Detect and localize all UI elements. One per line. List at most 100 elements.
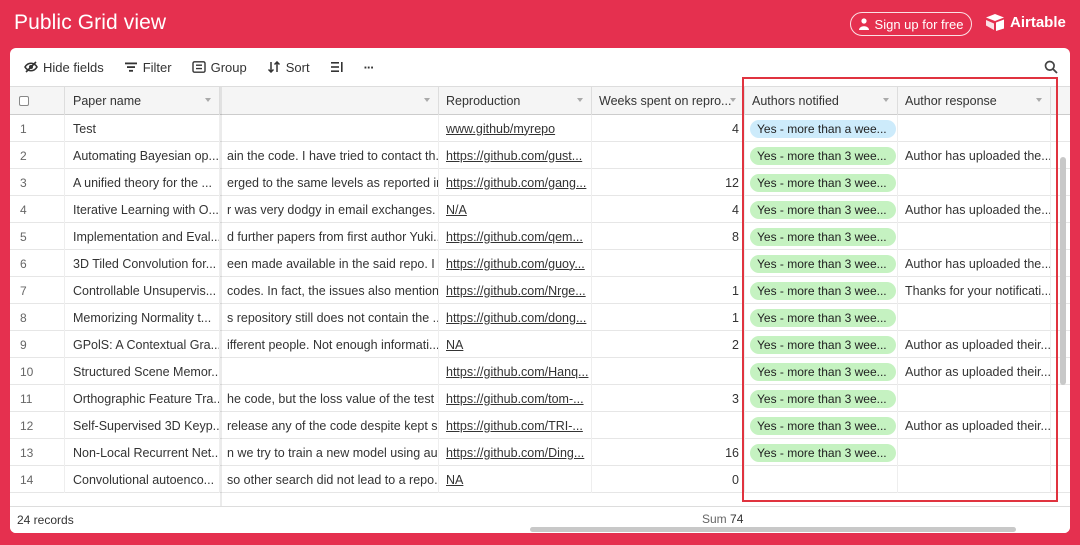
author-response-cell[interactable]: Author as uploaded their... bbox=[898, 358, 1051, 385]
weeks-cell[interactable]: 4 bbox=[592, 196, 745, 223]
reproduction-link[interactable]: www.github/myrepo bbox=[439, 115, 592, 142]
notes-cell[interactable] bbox=[220, 115, 439, 142]
column-header-authors-notified[interactable]: Authors notified bbox=[745, 87, 898, 115]
notes-cell[interactable]: een made available in the said repo. I .… bbox=[220, 250, 439, 277]
reproduction-link[interactable]: https://github.com/gang... bbox=[439, 169, 592, 196]
notes-cell[interactable]: codes. In fact, the issues also mention.… bbox=[220, 277, 439, 304]
reproduction-url[interactable]: NA bbox=[446, 473, 463, 487]
authors-notified-cell[interactable]: Yes - more than a wee... bbox=[745, 115, 898, 142]
author-response-cell[interactable]: Thanks for your notificati... bbox=[898, 277, 1051, 304]
reproduction-url[interactable]: www.github/myrepo bbox=[446, 122, 555, 136]
paper-name-cell[interactable]: Structured Scene Memor... bbox=[65, 358, 220, 385]
table-row[interactable]: 3 A unified theory for the ... erged to th… bbox=[10, 169, 1070, 196]
row-number[interactable]: 13 bbox=[10, 439, 65, 466]
row-number[interactable]: 4 bbox=[10, 196, 65, 223]
author-response-cell[interactable]: Author as uploaded their... bbox=[898, 331, 1051, 358]
reproduction-link[interactable]: NA bbox=[439, 466, 592, 493]
reproduction-link[interactable]: https://github.com/qem... bbox=[439, 223, 592, 250]
notes-cell[interactable]: d further papers from first author Yuki.… bbox=[220, 223, 439, 250]
notes-cell[interactable]: s repository still does not contain the … bbox=[220, 304, 439, 331]
reproduction-url[interactable]: https://github.com/Ding... bbox=[446, 446, 584, 460]
reproduction-url[interactable]: https://github.com/dong... bbox=[446, 311, 586, 325]
table-row[interactable]: 11 Orthographic Feature Tra... he code, bu… bbox=[10, 385, 1070, 412]
table-row[interactable]: 5 Implementation and Eval... d further pap… bbox=[10, 223, 1070, 250]
reproduction-url[interactable]: https://github.com/Hanq... bbox=[446, 365, 588, 379]
author-response-cell[interactable]: Author as uploaded their... bbox=[898, 412, 1051, 439]
reproduction-url[interactable]: https://github.com/qem... bbox=[446, 230, 583, 244]
paper-name-cell[interactable]: Memorizing Normality t... bbox=[65, 304, 220, 331]
author-response-cell[interactable] bbox=[898, 466, 1051, 493]
table-row[interactable]: 6 3D Tiled Convolution for... een made ava… bbox=[10, 250, 1070, 277]
horizontal-scrollbar[interactable] bbox=[530, 527, 1016, 532]
paper-name-cell[interactable]: Implementation and Eval... bbox=[65, 223, 220, 250]
paper-name-cell[interactable]: Automating Bayesian op... bbox=[65, 142, 220, 169]
authors-notified-cell[interactable]: Yes - more than 3 wee... bbox=[745, 196, 898, 223]
weeks-cell[interactable]: 3 bbox=[592, 385, 745, 412]
row-number[interactable]: 12 bbox=[10, 412, 65, 439]
sign-up-button[interactable]: Sign up for free bbox=[850, 12, 972, 36]
authors-notified-cell[interactable]: Yes - more than 3 wee... bbox=[745, 250, 898, 277]
author-response-cell[interactable] bbox=[898, 223, 1051, 250]
paper-name-cell[interactable]: Controllable Unsupervis... bbox=[65, 277, 220, 304]
notes-cell[interactable] bbox=[220, 358, 439, 385]
reproduction-url[interactable]: https://github.com/gust... bbox=[446, 149, 582, 163]
table-row[interactable]: 8 Memorizing Normality t... s repository s… bbox=[10, 304, 1070, 331]
reproduction-url[interactable]: https://github.com/gang... bbox=[446, 176, 586, 190]
paper-name-cell[interactable]: Test bbox=[65, 115, 220, 142]
authors-notified-cell[interactable]: Yes - more than 3 wee... bbox=[745, 169, 898, 196]
row-number[interactable]: 7 bbox=[10, 277, 65, 304]
weeks-cell[interactable]: 4 bbox=[592, 115, 745, 142]
row-number[interactable]: 2 bbox=[10, 142, 65, 169]
table-row[interactable]: 4 Iterative Learning with O... r was very … bbox=[10, 196, 1070, 223]
authors-notified-cell[interactable]: Yes - more than 3 wee... bbox=[745, 412, 898, 439]
notes-cell[interactable]: ain the code. I have tried to contact th… bbox=[220, 142, 439, 169]
airtable-logo[interactable]: Airtable bbox=[985, 13, 1066, 31]
reproduction-link[interactable]: NA bbox=[439, 331, 592, 358]
group-button[interactable]: Group bbox=[191, 60, 247, 75]
reproduction-url[interactable]: https://github.com/TRI-... bbox=[446, 419, 583, 433]
weeks-cell[interactable] bbox=[592, 250, 745, 277]
row-number[interactable]: 11 bbox=[10, 385, 65, 412]
hide-fields-button[interactable]: Hide fields bbox=[24, 60, 104, 75]
reproduction-link[interactable]: https://github.com/Nrge... bbox=[439, 277, 592, 304]
chevron-down-icon[interactable] bbox=[577, 98, 583, 102]
author-response-cell[interactable] bbox=[898, 439, 1051, 466]
authors-notified-cell[interactable]: Yes - more than 3 wee... bbox=[745, 385, 898, 412]
paper-name-cell[interactable]: Orthographic Feature Tra... bbox=[65, 385, 220, 412]
weeks-cell[interactable] bbox=[592, 142, 745, 169]
reproduction-link[interactable]: https://github.com/Ding... bbox=[439, 439, 592, 466]
reproduction-url[interactable]: https://github.com/Nrge... bbox=[446, 284, 586, 298]
weeks-cell[interactable]: 16 bbox=[592, 439, 745, 466]
select-all-checkbox[interactable] bbox=[10, 87, 65, 115]
column-header-weeks[interactable]: Weeks spent on repro... bbox=[592, 87, 745, 115]
reproduction-url[interactable]: https://github.com/tom-... bbox=[446, 392, 584, 406]
filter-button[interactable]: Filter bbox=[124, 60, 172, 75]
row-number[interactable]: 14 bbox=[10, 466, 65, 493]
table-row[interactable]: 7 Controllable Unsupervis... codes. In fac… bbox=[10, 277, 1070, 304]
reproduction-link[interactable]: N/A bbox=[439, 196, 592, 223]
row-number[interactable]: 3 bbox=[10, 169, 65, 196]
reproduction-link[interactable]: https://github.com/dong... bbox=[439, 304, 592, 331]
author-response-cell[interactable] bbox=[898, 304, 1051, 331]
row-height-button[interactable] bbox=[330, 61, 344, 73]
authors-notified-cell[interactable]: Yes - more than 3 wee... bbox=[745, 277, 898, 304]
author-response-cell[interactable]: Author has uploaded the... bbox=[898, 142, 1051, 169]
authors-notified-cell[interactable]: Yes - more than 3 wee... bbox=[745, 358, 898, 385]
author-response-cell[interactable] bbox=[898, 385, 1051, 412]
author-response-cell[interactable] bbox=[898, 169, 1051, 196]
row-number[interactable]: 8 bbox=[10, 304, 65, 331]
weeks-cell[interactable] bbox=[592, 412, 745, 439]
notes-cell[interactable]: erged to the same levels as reported in.… bbox=[220, 169, 439, 196]
weeks-cell[interactable]: 1 bbox=[592, 277, 745, 304]
paper-name-cell[interactable]: A unified theory for the ... bbox=[65, 169, 220, 196]
table-row[interactable]: 10 Structured Scene Memor... https://githu… bbox=[10, 358, 1070, 385]
notes-cell[interactable]: ifferent people. Not enough informati... bbox=[220, 331, 439, 358]
paper-name-cell[interactable]: Self-Supervised 3D Keyp... bbox=[65, 412, 220, 439]
row-number[interactable]: 1 bbox=[10, 115, 65, 142]
notes-cell[interactable]: release any of the code despite kept s..… bbox=[220, 412, 439, 439]
table-row[interactable]: 1 Test www.github/myrepo 4 Yes - more than a… bbox=[10, 115, 1070, 142]
reproduction-url[interactable]: N/A bbox=[446, 203, 467, 217]
column-header-paper-name[interactable]: Paper name bbox=[65, 87, 220, 115]
authors-notified-cell[interactable]: Yes - more than 3 wee... bbox=[745, 223, 898, 250]
chevron-down-icon[interactable] bbox=[730, 98, 736, 102]
